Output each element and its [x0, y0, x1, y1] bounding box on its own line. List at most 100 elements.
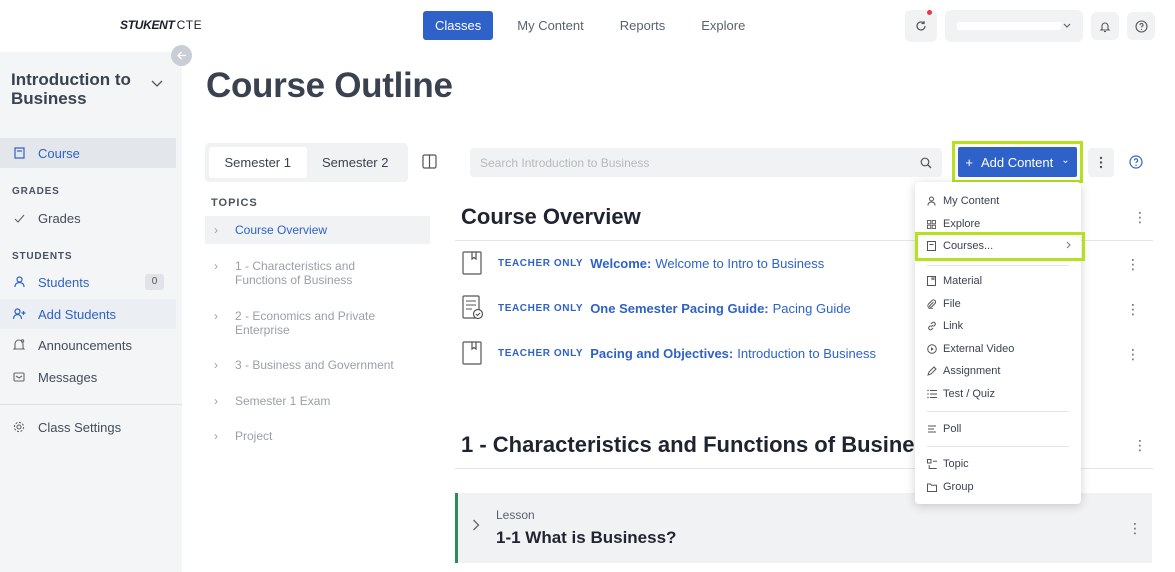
user-icon — [927, 196, 938, 206]
content-row[interactable]: TEACHER ONLY Welcome: Welcome to Intro t… — [462, 248, 824, 278]
menu-item-file[interactable]: File — [927, 295, 1072, 313]
search-icon[interactable] — [920, 157, 932, 169]
menu-divider — [927, 265, 1069, 266]
gear-icon — [12, 421, 26, 433]
menu-item-label: Courses... — [943, 240, 994, 252]
topic-label: 2 - Economics and Private Enterprise — [235, 309, 376, 337]
kebab-icon[interactable]: ⋮ — [1126, 347, 1140, 361]
split-panel-icon[interactable] — [422, 154, 437, 169]
message-icon — [12, 371, 26, 383]
sidebar-item-course[interactable]: Course — [0, 138, 176, 168]
section-title: 1 - Characteristics and Functions of Bus… — [461, 432, 916, 457]
refresh-button[interactable] — [905, 10, 937, 42]
topic-item[interactable]: › Course Overview — [205, 216, 430, 244]
notifications-button[interactable] — [1091, 12, 1119, 40]
menu-item-material[interactable]: Material — [927, 272, 1072, 290]
sidebar-item-label: Add Students — [38, 306, 117, 322]
menu-item-test-quiz[interactable]: Test / Quiz — [927, 385, 1072, 403]
chevron-right-icon — [1066, 240, 1072, 252]
user-select[interactable] — [945, 10, 1083, 42]
topic-item[interactable]: › Project — [205, 429, 430, 443]
bell-icon — [1099, 22, 1111, 32]
topic-label: 1 - Characteristics and Functions of Bus… — [235, 259, 356, 287]
content-row[interactable]: TEACHER ONLY One Semester Pacing Guide: … — [462, 293, 851, 323]
menu-item-topic[interactable]: Topic — [927, 455, 1072, 473]
more-options-button[interactable] — [1088, 148, 1114, 177]
menu-item-poll[interactable]: Poll — [927, 420, 1072, 438]
sidebar-item-students[interactable]: Students 0 — [0, 267, 176, 297]
sidebar-item-label: Course — [38, 145, 80, 161]
grades-heading: GRADES — [12, 186, 60, 197]
search-input[interactable] — [480, 155, 880, 170]
notification-dot — [927, 10, 932, 15]
menu-item-my-content[interactable]: My Content — [927, 192, 1072, 210]
sidebar-item-announcements[interactable]: Announcements — [0, 330, 176, 360]
tab-semester-1[interactable]: Semester 1 — [209, 147, 307, 178]
menu-item-label: Test / Quiz — [943, 388, 995, 400]
topic-item[interactable]: › 3 - Business and Government — [205, 358, 430, 372]
sidebar-item-label: Class Settings — [38, 419, 122, 435]
collapse-sidebar-button[interactable] — [171, 45, 192, 66]
kebab-icon[interactable]: ⋮ — [1133, 210, 1147, 224]
kebab-icon[interactable]: ⋮ — [1128, 521, 1142, 535]
paperclip-icon — [927, 299, 938, 309]
chevron-down-icon: ⌄ — [1061, 154, 1070, 166]
sidebar-item-grades[interactable]: Grades — [0, 203, 176, 233]
document-check-icon — [462, 295, 486, 321]
content-row[interactable]: TEACHER ONLY Pacing and Objectives: Intr… — [462, 338, 876, 368]
add-content-button[interactable]: + Add Content ⌄ — [958, 147, 1077, 177]
logo-suffix: CTE — [176, 18, 203, 32]
menu-item-courses[interactable]: Courses... — [927, 237, 1072, 255]
topic-item[interactable]: › 1 - Characteristics and Functions of Bu… — [205, 259, 430, 287]
topic-item[interactable]: › Semester 1 Exam — [205, 394, 430, 408]
topic-label: 3 - Business and Government — [235, 358, 394, 372]
sidebar-item-class-settings[interactable]: Class Settings — [0, 412, 176, 442]
menu-item-link[interactable]: Link — [927, 317, 1072, 335]
kebab-icon[interactable]: ⋮ — [1133, 438, 1147, 452]
kebab-icon[interactable]: ⋮ — [1126, 302, 1140, 316]
menu-item-group[interactable]: Group — [927, 478, 1072, 496]
add-content-menu: My Content Explore Courses... Material F… — [915, 182, 1085, 504]
topic-label: Semester 1 Exam — [235, 394, 331, 408]
search-bar — [470, 148, 942, 177]
chevron-right-icon — [473, 519, 480, 531]
add-content-label: Add Content — [980, 154, 1054, 170]
nav-explore[interactable]: Explore — [683, 11, 763, 40]
help-button[interactable] — [1127, 12, 1155, 40]
menu-item-label: Group — [943, 481, 974, 493]
row-title: Welcome: — [590, 255, 652, 271]
menu-item-label: File — [943, 298, 961, 310]
sidebar-item-add-students[interactable]: Add Students — [0, 299, 176, 329]
kebab-icon[interactable]: ⋮ — [1126, 257, 1140, 271]
refresh-icon — [916, 21, 926, 31]
menu-item-label: Assignment — [943, 365, 1001, 377]
tab-semester-2[interactable]: Semester 2 — [307, 147, 405, 178]
topic-item[interactable]: › 2 - Economics and Private Enterprise — [205, 309, 430, 337]
menu-item-assignment[interactable]: Assignment — [927, 362, 1072, 380]
stukent-logo[interactable]: STUKENT CTE — [120, 18, 202, 32]
logo-text: STUKENT — [120, 18, 175, 32]
nav-reports[interactable]: Reports — [602, 11, 684, 40]
user-plus-icon — [12, 308, 26, 320]
question-circle-icon — [1134, 19, 1148, 33]
bookmark-document-icon — [462, 251, 486, 275]
teacher-only-tag: TEACHER ONLY — [498, 302, 584, 314]
question-circle-icon[interactable] — [1129, 155, 1143, 169]
page-title: Course Outline — [206, 66, 453, 105]
chevron-down-icon[interactable] — [151, 80, 163, 88]
play-circle-icon — [927, 344, 938, 354]
menu-item-explore[interactable]: Explore — [927, 215, 1072, 233]
grid-icon — [927, 219, 938, 229]
poll-icon — [927, 424, 938, 434]
megaphone-icon — [12, 339, 26, 351]
course-title[interactable]: Introduction to Business — [11, 70, 141, 108]
nav-my-content[interactable]: My Content — [499, 11, 601, 40]
menu-item-label: Poll — [943, 423, 962, 435]
link-icon — [927, 321, 938, 331]
folder-icon — [927, 483, 938, 492]
menu-item-external-video[interactable]: External Video — [927, 340, 1072, 358]
sidebar-item-messages[interactable]: Messages — [0, 362, 176, 392]
nav-classes[interactable]: Classes — [423, 11, 494, 40]
menu-divider — [927, 411, 1069, 412]
plus-icon: + — [965, 154, 973, 170]
